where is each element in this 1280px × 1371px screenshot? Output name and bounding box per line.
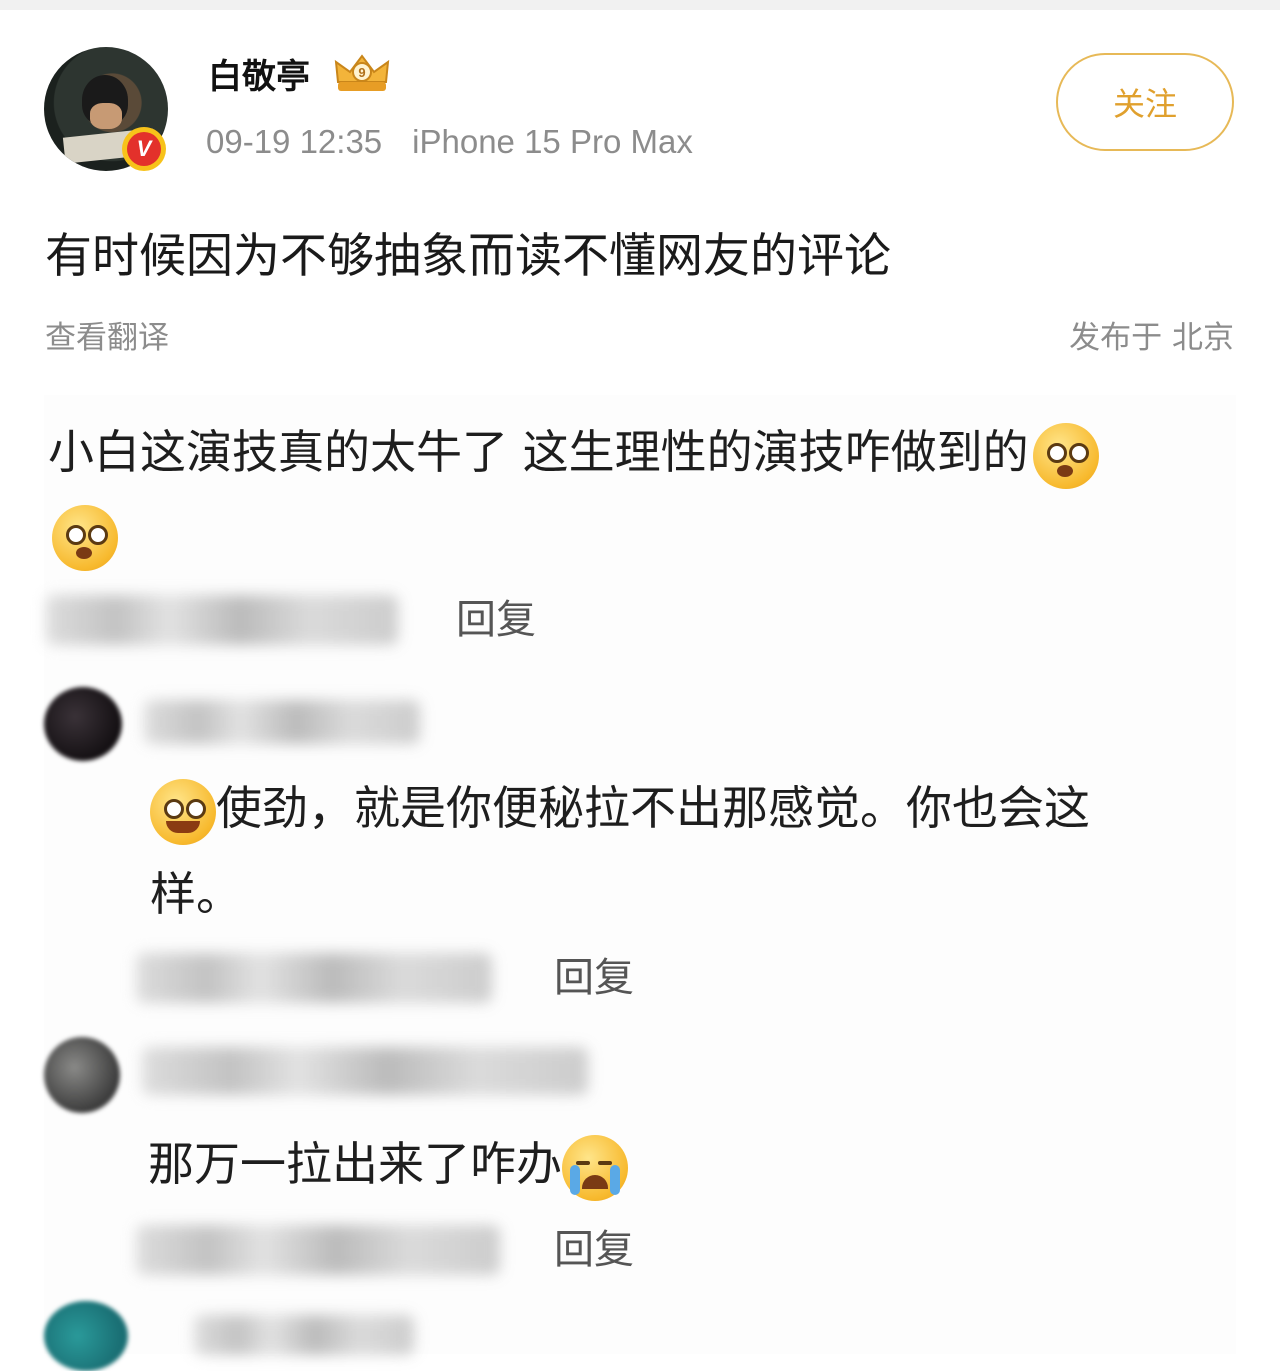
comment-top-text: 小白这演技真的太牛了 这生理性的演技咋做到的 xyxy=(48,425,1029,479)
username[interactable]: 白敬亭 xyxy=(208,56,310,98)
blurred-reply-username xyxy=(142,1047,588,1095)
first-reply-line1: 使劲，就是你便秘拉不出那感觉。你也会这 xyxy=(216,781,1090,835)
post-device: iPhone 15 Pro Max xyxy=(412,123,693,160)
post-timestamp: 09-19 12:35 xyxy=(206,123,383,160)
second-reply-text: 那万一拉出来了咋办 xyxy=(148,1137,562,1191)
top-status-strip xyxy=(0,0,1280,10)
blurred-reply-meta xyxy=(136,953,492,1003)
verified-badge-icon: V xyxy=(122,127,166,171)
grin-face-icon xyxy=(150,778,216,845)
blurred-reply-meta xyxy=(136,1225,500,1275)
reply-button[interactable]: 回复 xyxy=(554,953,634,1003)
crown-level-icon: 9 xyxy=(334,54,390,91)
post-location: 发布于 北京 xyxy=(1069,320,1234,356)
reply-avatar[interactable] xyxy=(44,687,122,761)
comment-top: 小白这演技真的太牛了 这生理性的演技咋做到的 xyxy=(48,409,1099,495)
translate-link[interactable]: 查看翻译 xyxy=(45,318,169,358)
post-meta: 09-19 12:35 iPhone 15 Pro Max xyxy=(206,122,693,162)
blurred-comment-meta xyxy=(46,595,398,645)
crown-level-number: 9 xyxy=(358,65,365,80)
comment-top-emoji-line xyxy=(52,505,118,571)
reply-avatar[interactable] xyxy=(44,1037,120,1113)
crying-face-icon xyxy=(562,1134,628,1201)
second-reply: 那万一拉出来了咋办 xyxy=(148,1121,628,1207)
reply-avatar[interactable] xyxy=(44,1301,128,1371)
reply-button[interactable]: 回复 xyxy=(456,595,536,645)
blurred-reply-username xyxy=(194,1315,414,1355)
shocked-face-icon xyxy=(1032,422,1099,489)
first-reply: 使劲，就是你便秘拉不出那感觉。你也会这 xyxy=(150,765,1090,851)
comment-screenshot-image[interactable]: 小白这演技真的太牛了 这生理性的演技咋做到的 回复 使劲，就是你便秘拉不出那感觉… xyxy=(44,395,1236,1371)
reply-button[interactable]: 回复 xyxy=(554,1225,634,1275)
blurred-reply-username xyxy=(144,700,420,744)
first-reply-line2: 样。 xyxy=(150,867,242,921)
verified-badge-letter: V xyxy=(127,132,161,166)
follow-button[interactable]: 关注 xyxy=(1056,53,1234,151)
shocked-face-icon xyxy=(52,505,118,571)
post-text: 有时候因为不够抽象而读不懂网友的评论 xyxy=(45,229,891,284)
avatar-face xyxy=(90,103,122,129)
